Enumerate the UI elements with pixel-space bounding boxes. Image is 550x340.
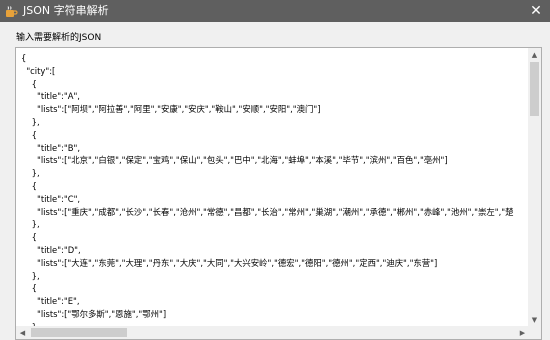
code-line: },	[21, 270, 40, 281]
code-line: "title":"E",	[21, 296, 80, 307]
code-line: "lists":["重庆","成都","长沙","长春","沧州","常德","…	[21, 206, 514, 217]
window-title: JSON 字符串解析	[23, 4, 109, 17]
code-line: {	[21, 129, 37, 140]
close-icon: ✕	[530, 3, 542, 19]
json-input-label: 输入需要解析的JSON	[16, 33, 102, 43]
vertical-scroll-thumb[interactable]	[530, 62, 539, 116]
code-line: {	[21, 53, 27, 63]
code-line: "lists":["鄂尔多斯","恩施","鄂州"]	[21, 309, 167, 319]
scroll-up-icon[interactable]: ▲	[528, 48, 541, 61]
code-line: },	[21, 117, 40, 127]
horizontal-scroll-thumb[interactable]	[31, 328, 127, 337]
horizontal-scrollbar[interactable]: ◀ ▶	[16, 326, 529, 339]
code-line: {	[21, 181, 37, 191]
code-line: "title":"D",	[21, 245, 81, 255]
scroll-left-icon[interactable]: ◀	[16, 326, 29, 339]
code-line: {	[21, 283, 37, 294]
json-input-textarea[interactable]: { "city":[ { "title":"A", "lists":["阿坝",…	[15, 47, 542, 340]
json-text-content[interactable]: { "city":[ { "title":"A", "lists":["阿坝",…	[16, 48, 529, 326]
code-line: },	[21, 168, 40, 179]
code-line: "title":"C",	[21, 193, 81, 204]
code-line: "lists":["大连","东莞","大理","丹东","大庆","大同","…	[21, 257, 438, 268]
code-line: "city":[	[21, 65, 56, 76]
code-line: "lists":["北京","白银","保定","宝鸡","保山","包头","…	[21, 155, 448, 166]
code-line: "title":"A",	[21, 91, 80, 102]
scrollbar-corner	[528, 326, 541, 339]
close-button[interactable]: ✕	[522, 0, 550, 22]
code-line: },	[21, 219, 40, 230]
vertical-scrollbar[interactable]: ▲ ▼	[528, 48, 541, 326]
code-line: "title":"B",	[21, 142, 80, 153]
title-bar: JSON 字符串解析 ✕	[0, 0, 550, 22]
scroll-down-icon[interactable]: ▼	[528, 313, 541, 326]
app-cup-icon	[4, 4, 18, 18]
code-line: "lists":["阿坝","阿拉善","阿里","安康","安庆","鞍山",…	[21, 104, 321, 115]
code-line: {	[21, 232, 37, 243]
code-line: {	[21, 78, 37, 89]
